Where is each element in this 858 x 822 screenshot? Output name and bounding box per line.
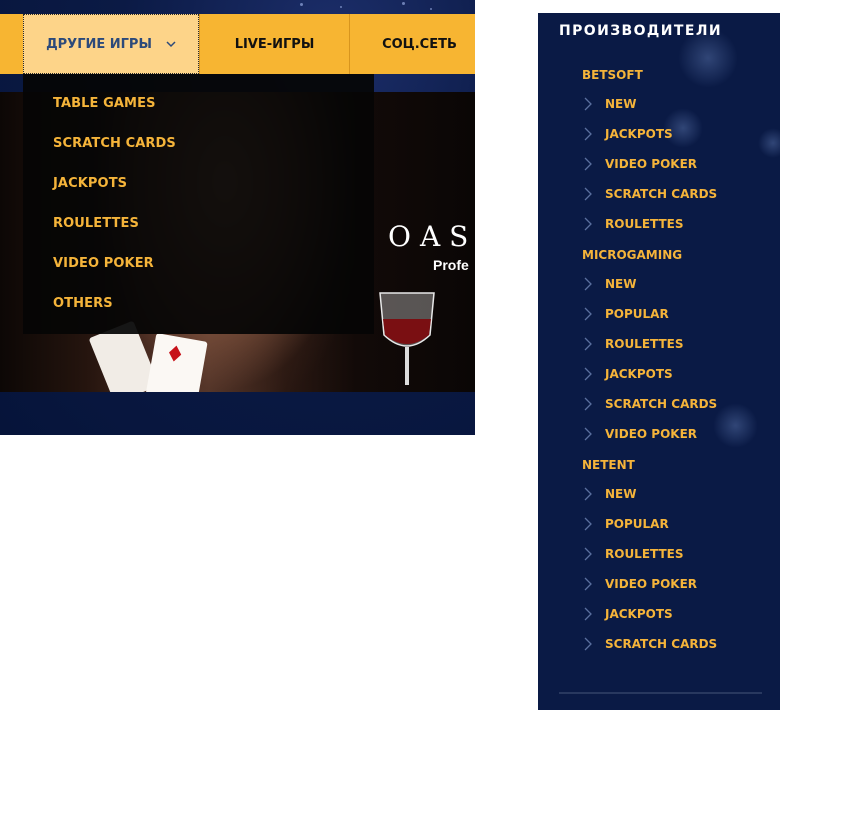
chevron-right-icon <box>582 306 594 322</box>
nav-item-label: LIVE-ИГРЫ <box>234 36 315 52</box>
chevron-right-icon <box>582 576 594 592</box>
provider-subitem[interactable]: VIDEO POKER <box>582 156 697 172</box>
chevron-right-icon <box>582 516 594 532</box>
dropdown-item-roulettes[interactable]: ROULETTES <box>53 216 139 231</box>
provider-subitem[interactable]: POPULAR <box>582 306 669 322</box>
sparkle <box>340 6 342 8</box>
chevron-right-icon <box>582 396 594 412</box>
bokeh <box>713 403 758 448</box>
dropdown-item-scratch-cards[interactable]: SCRATCH CARDS <box>53 136 176 151</box>
provider-subitem[interactable]: SCRATCH CARDS <box>582 396 717 412</box>
nav-item-social[interactable]: СОЦ.СЕТЬ <box>349 14 475 74</box>
provider-subitem-label: ROULETTES <box>605 337 684 351</box>
site-header-block: ДРУГИЕ ИГРЫ LIVE-ИГРЫ СОЦ.СЕТЬ OAS Profe… <box>0 0 475 435</box>
nav-item-other-games[interactable]: ДРУГИЕ ИГРЫ <box>23 14 199 74</box>
provider-subitem[interactable]: NEW <box>582 486 636 502</box>
sparkle <box>430 8 432 10</box>
sparkle <box>300 3 303 6</box>
sidebar-title: ПРОИЗВОДИТЕЛИ <box>559 23 722 39</box>
playing-card-image <box>144 333 208 392</box>
chevron-right-icon <box>582 366 594 382</box>
provider-subitem[interactable]: JACKPOTS <box>582 366 673 382</box>
provider-subitem-label: SCRATCH CARDS <box>605 637 718 651</box>
chevron-right-icon <box>582 276 594 292</box>
provider-subitem[interactable]: SCRATCH CARDS <box>582 636 717 652</box>
provider-subitem-label: NEW <box>605 277 637 291</box>
provider-subitem[interactable]: SCRATCH CARDS <box>582 186 717 202</box>
provider-subitem-label: SCRATCH CARDS <box>605 397 718 411</box>
chevron-right-icon <box>582 486 594 502</box>
sidebar-divider <box>559 692 762 694</box>
chevron-right-icon <box>582 216 594 232</box>
provider-subitem[interactable]: ROULETTES <box>582 216 684 232</box>
chevron-right-icon <box>582 156 594 172</box>
provider-subitem-label: NEW <box>605 97 637 111</box>
nav-item-live-games[interactable]: LIVE-ИГРЫ <box>199 14 349 74</box>
provider-subitem-label: JACKPOTS <box>605 127 673 141</box>
sparkle <box>402 2 405 5</box>
chevron-right-icon <box>582 426 594 442</box>
provider-subitem[interactable]: VIDEO POKER <box>582 426 697 442</box>
provider-subitem-label: POPULAR <box>605 517 669 531</box>
banner-subtitle: Profe <box>433 257 469 273</box>
provider-subitem-label: VIDEO POKER <box>605 577 698 591</box>
chevron-right-icon <box>582 126 594 142</box>
provider-subitem-label: ROULETTES <box>605 217 684 231</box>
provider-subitem[interactable]: JACKPOTS <box>582 606 673 622</box>
wine-glass-image <box>379 292 435 385</box>
dropdown-item-table-games[interactable]: TABLE GAMES <box>53 96 156 111</box>
provider-subitem-label: VIDEO POKER <box>605 427 698 441</box>
main-nav: ДРУГИЕ ИГРЫ LIVE-ИГРЫ СОЦ.СЕТЬ <box>0 14 475 74</box>
chevron-right-icon <box>582 96 594 112</box>
provider-subitem-label: NEW <box>605 487 637 501</box>
bokeh <box>758 128 780 158</box>
provider-betsoft[interactable]: BETSOFT <box>582 68 643 82</box>
provider-subitem-label: JACKPOTS <box>605 607 673 621</box>
provider-subitem-label: POPULAR <box>605 307 669 321</box>
provider-subitem[interactable]: NEW <box>582 96 636 112</box>
provider-subitem[interactable]: NEW <box>582 276 636 292</box>
provider-subitem-label: VIDEO POKER <box>605 157 698 171</box>
providers-sidebar: ПРОИЗВОДИТЕЛИ BETSOFT NEW JACKPOTS VIDEO PO… <box>538 13 780 710</box>
provider-subitem-label: ROULETTES <box>605 547 684 561</box>
nav-item-label: ДРУГИЕ ИГРЫ <box>46 36 152 52</box>
dropdown-item-video-poker[interactable]: VIDEO POKER <box>53 256 154 271</box>
provider-subitem[interactable]: VIDEO POKER <box>582 576 697 592</box>
chevron-right-icon <box>582 186 594 202</box>
provider-microgaming[interactable]: MICROGAMING <box>582 248 682 262</box>
chevron-right-icon <box>582 636 594 652</box>
provider-subitem[interactable]: POPULAR <box>582 516 669 532</box>
chevron-down-icon <box>166 39 176 49</box>
provider-netent[interactable]: NETENT <box>582 458 635 472</box>
dropdown-item-jackpots[interactable]: JACKPOTS <box>53 176 127 191</box>
chevron-right-icon <box>582 606 594 622</box>
chevron-right-icon <box>582 336 594 352</box>
provider-subitem[interactable]: JACKPOTS <box>582 126 673 142</box>
dropdown-item-others[interactable]: OTHERS <box>53 296 113 311</box>
provider-subitem-label: SCRATCH CARDS <box>605 187 718 201</box>
provider-subitem[interactable]: ROULETTES <box>582 336 684 352</box>
other-games-dropdown: TABLE GAMES SCRATCH CARDS JACKPOTS ROULE… <box>23 74 374 334</box>
chevron-right-icon <box>582 546 594 562</box>
provider-subitem-label: JACKPOTS <box>605 367 673 381</box>
banner-logo: OAS <box>388 220 475 253</box>
provider-subitem[interactable]: ROULETTES <box>582 546 684 562</box>
nav-item-label: СОЦ.СЕТЬ <box>382 36 457 52</box>
